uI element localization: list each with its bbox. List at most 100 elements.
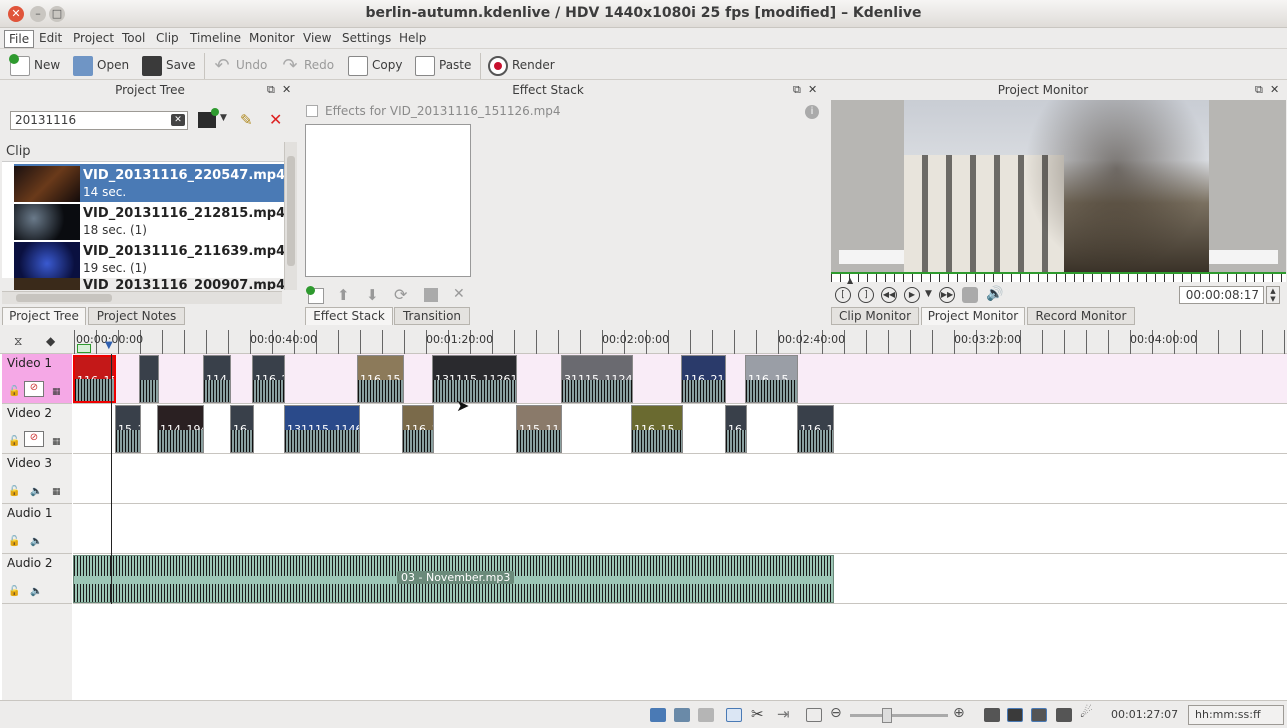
timeline-clip[interactable]: 116_1: [402, 405, 434, 453]
timeline-clip[interactable]: [139, 355, 159, 403]
delete-clip-icon[interactable]: ✕: [269, 110, 282, 129]
track-head-video-1[interactable]: Video 1 🔓 ⊘ ▦: [2, 354, 72, 404]
reset-effect-icon[interactable]: ⟳: [394, 285, 407, 304]
play-options-dropdown-icon[interactable]: ▼: [925, 289, 932, 299]
add-clip-dropdown-icon[interactable]: ▼: [220, 113, 227, 123]
save-button[interactable]: Save: [142, 54, 195, 76]
undo-button[interactable]: ↶ Undo: [212, 54, 267, 76]
new-button[interactable]: New: [9, 53, 60, 76]
list-item-partial[interactable]: VID_20131116_200907.mp4: [14, 278, 284, 290]
insert-mode-icon[interactable]: [698, 708, 714, 722]
move-effect-down-icon[interactable]: ⬇: [366, 286, 379, 304]
timeline-clip[interactable]: 15_1: [115, 405, 141, 453]
audio-icon[interactable]: 🔈: [30, 586, 42, 597]
menu-tool[interactable]: Tool: [118, 30, 149, 48]
open-button[interactable]: Open: [73, 54, 129, 76]
monitor-settings-icon[interactable]: [962, 287, 978, 303]
hide-video-icon[interactable]: ▦: [52, 487, 61, 497]
tab-project-notes[interactable]: Project Notes: [88, 307, 185, 325]
set-zone-end-icon[interactable]: ]: [858, 287, 874, 303]
effect-list[interactable]: [305, 124, 471, 277]
render-button[interactable]: Render: [488, 54, 555, 76]
forward-icon[interactable]: ▶▶: [939, 287, 955, 303]
track-lane-video-3[interactable]: [73, 454, 1287, 504]
timeline-clip[interactable]: 116_15: [745, 355, 798, 403]
clip-list-scrollbar[interactable]: [284, 142, 297, 290]
razor-tool-icon[interactable]: ✂: [751, 705, 764, 723]
timeline-playhead[interactable]: [111, 354, 112, 604]
selection-tool-icon[interactable]: [726, 708, 742, 722]
monitor-ruler[interactable]: ▲: [831, 272, 1286, 285]
zoom-fit-icon[interactable]: ⧖: [14, 334, 22, 349]
timeline-clip[interactable]: 116_15: [357, 355, 404, 403]
tab-project-tree[interactable]: Project Tree: [2, 307, 86, 325]
timeline-clip[interactable]: 131115_1146: [284, 405, 360, 453]
tab-clip-monitor[interactable]: Clip Monitor: [831, 307, 919, 325]
lock-icon[interactable]: 🔓: [8, 536, 20, 547]
list-item[interactable]: VID_20131116_212815.mp4 18 sec. (1): [14, 202, 284, 240]
tab-effect-stack[interactable]: Effect Stack: [305, 307, 393, 325]
timeline-clip[interactable]: 116_1: [797, 405, 834, 453]
timeline-clip[interactable]: 114_: [203, 355, 231, 403]
float-panel-icon[interactable]: ⧉: [793, 83, 801, 97]
menu-clip[interactable]: Clip: [152, 30, 183, 48]
playhead-marker-icon[interactable]: ▼: [105, 340, 113, 351]
timeline-clip[interactable]: 116_21: [681, 355, 726, 403]
menu-timeline[interactable]: Timeline: [186, 30, 245, 48]
menu-view[interactable]: View: [299, 30, 335, 48]
track-lane-audio-1[interactable]: [73, 504, 1287, 554]
lock-icon[interactable]: 🔓: [8, 486, 20, 497]
rewind-icon[interactable]: ◀◀: [881, 287, 897, 303]
paste-button[interactable]: Paste: [415, 54, 471, 76]
timeline-clip[interactable]: 31115_11243: [561, 355, 633, 403]
tab-project-monitor[interactable]: Project Monitor: [921, 307, 1025, 325]
overwrite-mode-icon[interactable]: [674, 708, 690, 722]
menu-help[interactable]: Help: [395, 30, 430, 48]
timeline-clip[interactable]: 16_: [725, 405, 747, 453]
lock-icon[interactable]: 🔓: [8, 436, 20, 447]
show-audio-thumbnails-icon[interactable]: [1031, 708, 1047, 722]
project-search-input[interactable]: 20131116 ✕: [10, 111, 188, 130]
edit-clip-icon[interactable]: ✎: [240, 111, 253, 129]
menu-monitor[interactable]: Monitor: [245, 30, 299, 48]
list-item[interactable]: VID_20131116_220547.mp4 14 sec.: [14, 164, 284, 202]
spacer-tool-icon[interactable]: ⇥: [777, 705, 790, 723]
delete-effect-icon[interactable]: ✕: [453, 286, 465, 302]
copy-button[interactable]: Copy: [348, 54, 402, 76]
timeline-clip[interactable]: 114_194: [157, 405, 204, 453]
audio-icon[interactable]: 🔈: [30, 536, 42, 547]
menu-edit[interactable]: Edit: [35, 30, 66, 48]
zoom-slider-handle[interactable]: [882, 708, 892, 723]
timeline-clip[interactable]: 116_15: [73, 355, 116, 403]
track-head-audio-2[interactable]: Audio 2 🔓 🔈: [2, 554, 72, 604]
play-icon[interactable]: ▶: [904, 287, 920, 303]
close-panel-icon[interactable]: ✕: [1270, 83, 1279, 97]
menu-project[interactable]: Project: [69, 30, 118, 48]
monitor-timecode-field[interactable]: 00:00:08:17: [1179, 286, 1264, 304]
enable-effects-checkbox[interactable]: [306, 105, 318, 117]
clear-search-icon[interactable]: ✕: [171, 114, 185, 126]
show-thumbnails-icon[interactable]: [984, 708, 1000, 722]
track-height-icon[interactable]: ◆: [46, 334, 55, 348]
lock-icon[interactable]: 🔓: [8, 386, 20, 397]
snap-icon[interactable]: [806, 708, 822, 722]
add-effect-icon[interactable]: [306, 286, 324, 304]
save-effect-icon[interactable]: [424, 288, 438, 302]
set-zone-start-icon[interactable]: [: [835, 287, 851, 303]
move-effect-up-icon[interactable]: ⬆: [337, 286, 350, 304]
show-markers-icon[interactable]: [1056, 708, 1072, 722]
float-panel-icon[interactable]: ⧉: [267, 83, 275, 97]
scrollbar-thumb[interactable]: [16, 294, 112, 302]
menu-file[interactable]: File: [4, 30, 35, 48]
timeline-clip[interactable]: 116_15: [631, 405, 683, 453]
float-panel-icon[interactable]: ⧉: [1255, 83, 1263, 97]
close-panel-icon[interactable]: ✕: [282, 83, 291, 97]
clip-list-hscrollbar[interactable]: [2, 291, 282, 304]
zoom-slider[interactable]: [850, 708, 948, 723]
track-head-video-3[interactable]: Video 3 🔓 🔈 ▦: [2, 454, 72, 504]
timeline[interactable]: ⧖ ◆ 00:00:00:00 00:00:40:00 00:01:20:00 …: [0, 330, 1287, 700]
timecode-spinner[interactable]: ▲ ▼: [1266, 286, 1280, 304]
add-clip-icon[interactable]: [198, 108, 219, 128]
menu-settings[interactable]: Settings: [338, 30, 395, 48]
close-panel-icon[interactable]: ✕: [808, 83, 817, 97]
